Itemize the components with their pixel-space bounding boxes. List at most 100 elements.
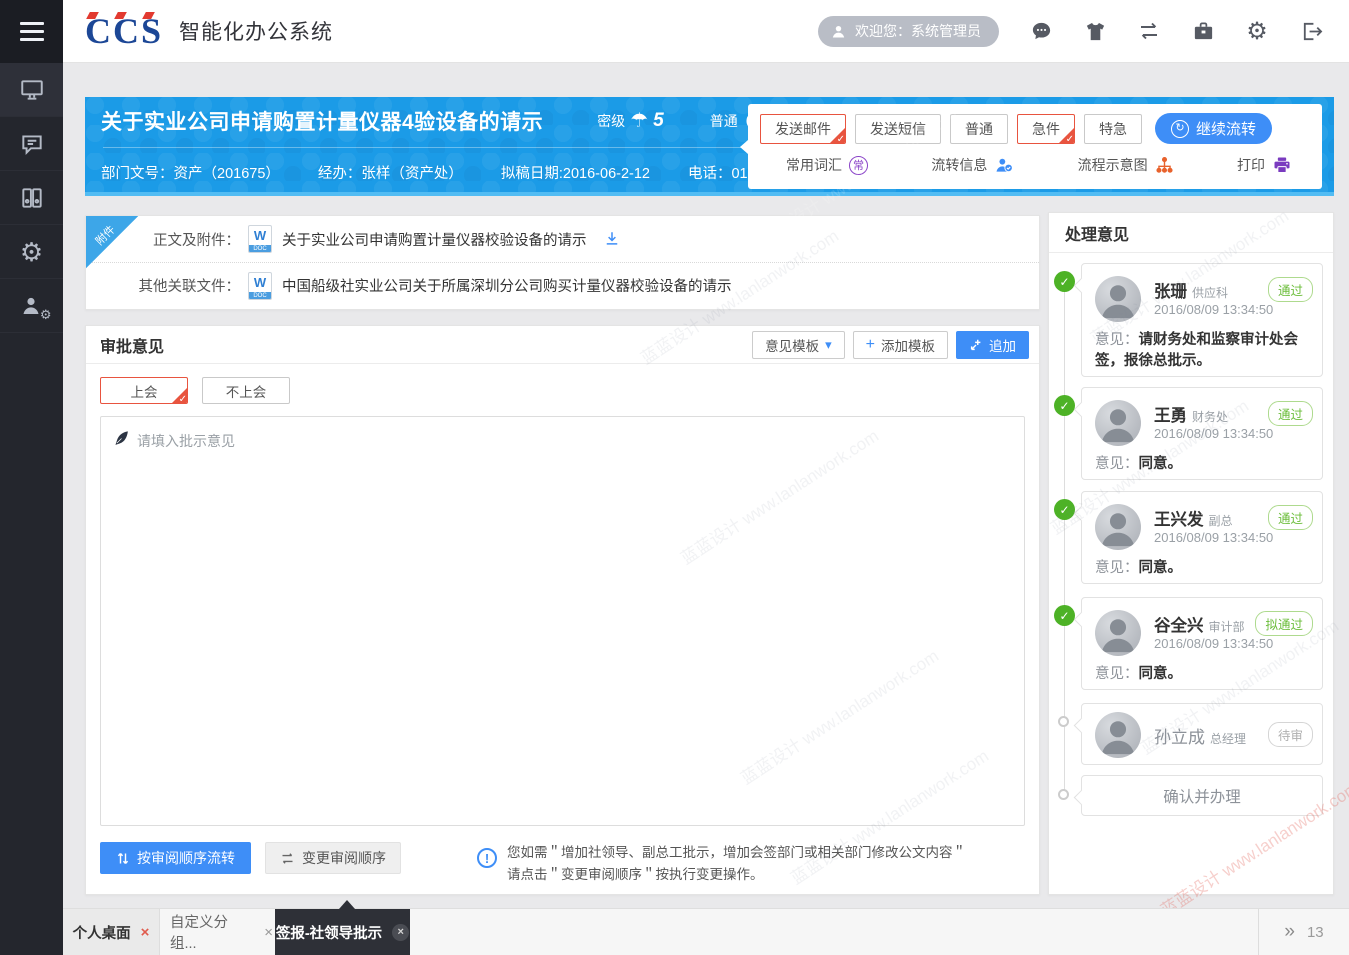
close-icon[interactable]: ×: [264, 925, 273, 940]
umbrella-icon: ☂: [630, 111, 648, 131]
timeline-pending-node: [1058, 789, 1069, 800]
attachments-panel: 附件 正文及附件： WDOC 关于实业公司申请购置计量仪器校验设备的请示 其他关…: [85, 215, 1040, 310]
menu-toggle-button[interactable]: [0, 0, 63, 63]
download-icon[interactable]: [603, 230, 621, 248]
logout-icon[interactable]: [1299, 19, 1323, 43]
status-badge: 拟通过: [1255, 611, 1313, 636]
user-welcome-pill[interactable]: 欢迎您：系统管理员: [818, 16, 999, 47]
bottom-tab-bar: 个人桌面 × 自定义分组... × 签报-社领导批示 × » 13: [63, 908, 1349, 955]
timeline-check-node: ✓: [1054, 271, 1075, 292]
opinion-template-dropdown[interactable]: 意见模板 ▾: [752, 331, 845, 359]
avatar: [1095, 712, 1141, 758]
main-content: 关于实业公司申请购置计量仪器4验设备的请示 密级 ☂ 5 普通 部门文号：资产（…: [63, 63, 1349, 908]
opinion-textarea[interactable]: [101, 417, 1024, 825]
continue-flow-button[interactable]: ↻ 继续流转: [1155, 113, 1272, 144]
priority-extra-urgent-button[interactable]: 特急: [1084, 114, 1142, 144]
flow-info-tool[interactable]: 流转信息: [931, 155, 1014, 175]
check-icon: ✓: [179, 394, 187, 404]
approval-panel: 审批意见 意见模板 ▾ + 添加模板 追加 上会✓ 不上会: [85, 325, 1040, 895]
timeline-check-node: ✓: [1054, 395, 1075, 416]
avatar: [1095, 400, 1141, 446]
document-title: 关于实业公司申请购置计量仪器4验设备的请示: [101, 106, 543, 136]
switch-icon[interactable]: [1137, 19, 1161, 43]
timeline-check-node: ✓: [1054, 605, 1075, 626]
timeline-check-node: ✓: [1054, 499, 1075, 520]
opinions-title: 处理意见: [1049, 213, 1333, 253]
message-icon: [19, 131, 45, 157]
doc-draft-date: 拟稿日期:2016-06-2-12: [501, 162, 650, 183]
archive-icon: [19, 185, 45, 211]
check-icon: ✓: [1066, 134, 1074, 144]
related-files-label: 其他关联文件：: [122, 275, 240, 296]
opinion-card[interactable]: 王勇财务处 通过 2016/08/09 13:34:50 意见：同意。: [1081, 387, 1323, 480]
secrecy-level: 密级 ☂ 5: [597, 110, 664, 132]
doc-number: 部门文号：资产（201675）: [101, 162, 280, 183]
main-attachment-link[interactable]: 关于实业公司申请购置计量仪器校验设备的请示: [282, 229, 587, 250]
opinion-card-pending[interactable]: 孙立成总经理 待审: [1081, 703, 1323, 765]
quill-icon: [113, 430, 130, 447]
briefcase-icon[interactable]: [1191, 19, 1215, 43]
notice-line-1: 您如需＂增加社领导、副总工批示，增加会签部门或相关部门修改公文内容＂: [507, 842, 966, 864]
timeline-pending-node: [1058, 716, 1069, 727]
print-tool[interactable]: 打印: [1237, 155, 1292, 175]
opinion-editor: [100, 416, 1025, 826]
sidebar-item-settings[interactable]: ⚙: [0, 225, 63, 279]
swap-lines-icon: [280, 851, 295, 866]
tab-overflow: » 13: [1258, 909, 1349, 955]
person-check-icon: [994, 155, 1014, 175]
theme-icon[interactable]: [1083, 19, 1107, 43]
status-badge: 通过: [1268, 277, 1313, 302]
final-step-card[interactable]: 确认并办理: [1081, 775, 1323, 816]
opinion-card[interactable]: 张珊供应科 通过 2016/08/09 13:34:50 意见：请财务处和监察审…: [1081, 263, 1323, 377]
append-icon: [969, 338, 983, 352]
word-doc-icon: WDOC: [248, 225, 272, 253]
info-icon: !: [477, 848, 497, 868]
tab-signed-report-active[interactable]: 签报-社领导批示 ×: [275, 909, 410, 955]
user-icon: [830, 23, 847, 40]
priority-urgent-button[interactable]: 急件✓: [1017, 114, 1075, 144]
sidebar-item-archive[interactable]: [0, 171, 63, 225]
add-template-button[interactable]: + 添加模板: [853, 331, 948, 359]
org-chart-icon: [1155, 156, 1174, 175]
related-file-link[interactable]: 中国船级社实业公司关于所属深圳分公司购买计量仪器校验设备的请示: [282, 275, 732, 296]
printer-icon: [1272, 155, 1292, 175]
doc-handler: 经办：张样（资产处）: [318, 162, 463, 183]
tab-custom-group[interactable]: 自定义分组... ×: [170, 909, 273, 955]
close-icon[interactable]: ×: [392, 924, 409, 941]
opinion-card[interactable]: 王兴发副总 通过 2016/08/09 13:34:50 意见：同意。: [1081, 491, 1323, 584]
priority-normal-button[interactable]: 普通: [950, 114, 1008, 144]
more-tabs-icon[interactable]: »: [1284, 921, 1295, 943]
avatar: [1095, 610, 1141, 656]
main-attachment-label: 正文及附件：: [122, 229, 240, 250]
chevron-down-icon: ▾: [825, 337, 832, 353]
append-button[interactable]: 追加: [956, 331, 1029, 359]
avatar: [1095, 276, 1141, 322]
sidebar-item-messages[interactable]: [0, 117, 63, 171]
send-mail-button[interactable]: 发送邮件✓: [760, 114, 846, 144]
user-admin-icon: ⚙: [20, 294, 44, 318]
chat-icon[interactable]: [1029, 19, 1053, 43]
flow-chart-tool[interactable]: 流程示意图: [1078, 155, 1174, 175]
close-icon[interactable]: ×: [141, 925, 150, 940]
top-bar: CCS 智能化办公系统 欢迎您：系统管理员 ⚙: [63, 0, 1349, 63]
tab-personal-desktop[interactable]: 个人桌面 ×: [63, 909, 160, 955]
plus-icon: +: [866, 336, 875, 354]
flow-by-order-button[interactable]: 按审阅顺序流转: [100, 842, 251, 874]
status-badge: 通过: [1268, 505, 1313, 530]
check-icon: ✓: [837, 134, 845, 144]
common-words-tool[interactable]: 常用词汇 常: [786, 155, 868, 175]
settings-icon[interactable]: ⚙: [1245, 19, 1269, 43]
send-sms-button[interactable]: 发送短信: [855, 114, 941, 144]
document-header: 关于实业公司申请购置计量仪器4验设备的请示 密级 ☂ 5 普通 部门文号：资产（…: [85, 97, 1334, 196]
sidebar-item-desktop[interactable]: [0, 63, 63, 117]
action-panel: 发送邮件✓ 发送短信 普通 急件✓ 特急 ↻ 继续流转 常用词汇 常: [748, 104, 1322, 189]
meeting-yes-button[interactable]: 上会✓: [100, 377, 188, 404]
opinion-card[interactable]: 谷全兴审计部 拟通过 2016/08/09 13:34:50 意见：同意。: [1081, 597, 1323, 690]
meeting-no-button[interactable]: 不上会: [202, 377, 290, 404]
change-order-button[interactable]: 变更审阅顺序: [265, 842, 401, 874]
sidebar-item-user-admin[interactable]: ⚙: [0, 279, 63, 333]
avatar: [1095, 504, 1141, 550]
notice-block: ! 您如需＂增加社领导、副总工批示，增加会签部门或相关部门修改公文内容＂ 请点击…: [477, 842, 966, 886]
notice-line-2: 请点击＂变更审阅顺序＂按执行变更操作。: [507, 864, 966, 886]
word-doc-icon: WDOC: [248, 272, 272, 300]
